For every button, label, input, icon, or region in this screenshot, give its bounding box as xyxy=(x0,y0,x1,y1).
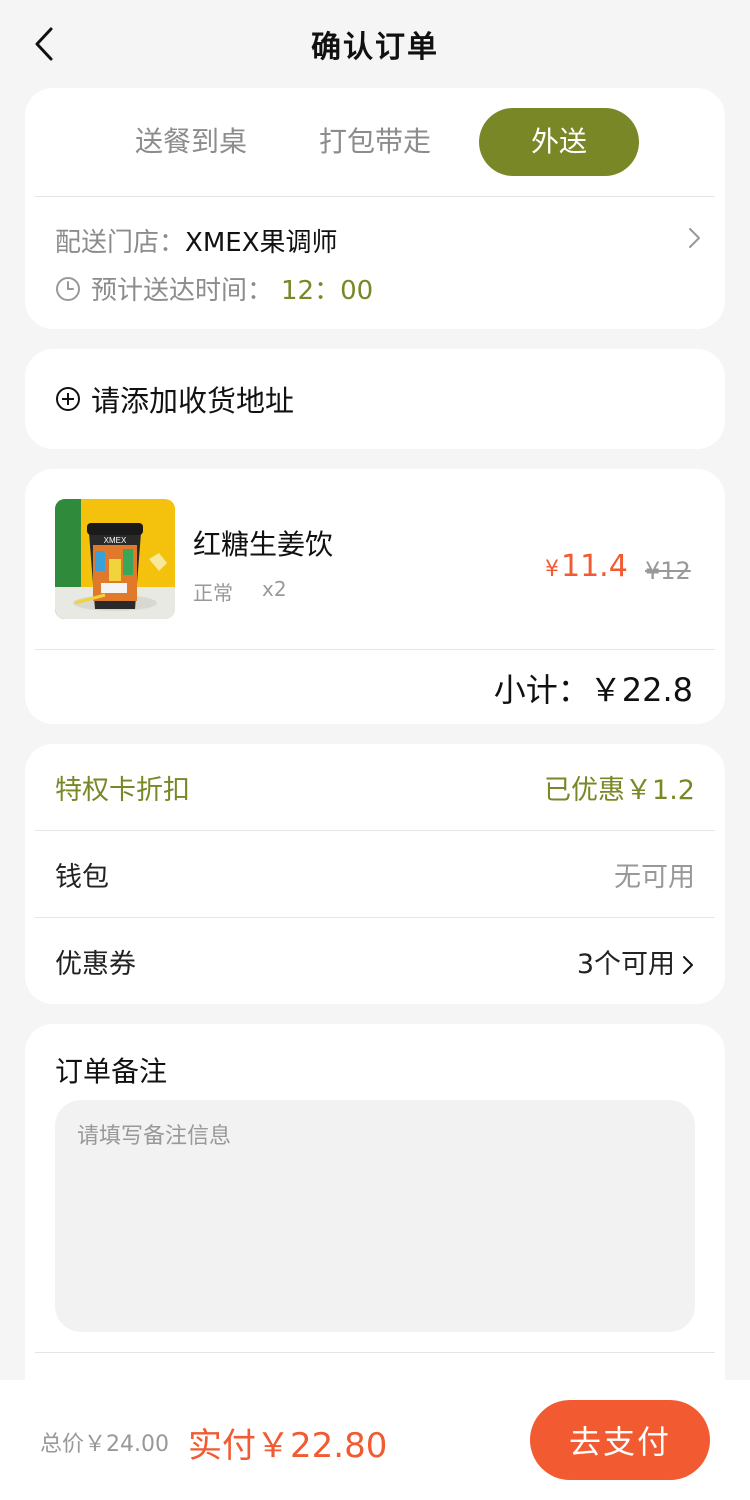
add-address-button[interactable]: 请添加收货地址 xyxy=(25,349,725,449)
product-price-value: 11.4 xyxy=(561,549,628,584)
store-label: 配送门店： xyxy=(55,228,186,258)
remark-input[interactable] xyxy=(55,1100,695,1332)
delivery-time-row: 预计送达时间： 12：00 xyxy=(55,270,373,307)
privilege-discount-row: 特权卡折扣 已优惠￥1.2 xyxy=(55,744,695,830)
coupon-value-wrap: 3个可用 xyxy=(577,942,695,981)
subtotal: 小计：￥22.8 xyxy=(493,671,693,709)
chevron-left-icon xyxy=(35,27,53,61)
privilege-label: 特权卡折扣 xyxy=(55,774,190,806)
total-price: 总价￥24.00 xyxy=(40,1432,169,1457)
discount-card: 特权卡折扣 已优惠￥1.2 钱包 无可用 优惠券 3个可用 xyxy=(25,744,725,1004)
product-spec: 正常 xyxy=(193,581,233,605)
divider xyxy=(35,196,715,197)
coupon-row[interactable]: 优惠券 3个可用 xyxy=(55,918,695,1004)
tab-delivery[interactable]: 外送 xyxy=(479,108,639,176)
product-original-price: ¥12 xyxy=(645,557,691,585)
page-title: 确认订单 xyxy=(311,30,439,65)
tab-takeaway[interactable]: 打包带走 xyxy=(305,108,445,176)
chevron-right-icon xyxy=(683,956,693,974)
plus-circle-icon xyxy=(56,387,80,411)
svg-text:XMEX: XMEX xyxy=(104,536,127,545)
divider xyxy=(35,1352,715,1353)
coupon-label: 优惠券 xyxy=(55,948,136,980)
add-address-label: 请添加收货地址 xyxy=(91,384,295,418)
tab-dine-in[interactable]: 送餐到桌 xyxy=(121,108,261,176)
clock-icon xyxy=(56,276,80,301)
order-mode-tabs: 送餐到桌 打包带走 外送 xyxy=(25,88,725,196)
product-card: XMEX 红糖生姜饮 正常 x2 ¥11.4 ¥12 小计：￥22.8 xyxy=(25,469,725,724)
nav-bar: 确认订单 xyxy=(0,0,750,88)
remark-title: 订单备注 xyxy=(55,1055,168,1088)
delivery-card: 送餐到桌 打包带走 外送 配送门店：XMEX果调师 预计送达时间： 12：00 xyxy=(25,88,725,329)
product-quantity: x2 xyxy=(262,577,287,601)
coupon-value: 3个可用 xyxy=(576,948,675,980)
pay-button[interactable]: 去支付 xyxy=(530,1400,710,1480)
chevron-right-icon xyxy=(689,228,700,248)
product-price: ¥11.4 xyxy=(545,549,628,584)
privilege-value: 已优惠￥1.2 xyxy=(544,774,695,806)
actual-payment: 实付￥22.80 xyxy=(188,1426,388,1466)
delivery-time-label: 预计送达时间： xyxy=(91,276,274,306)
product-image: XMEX xyxy=(55,499,175,619)
wallet-row: 钱包 无可用 xyxy=(55,831,695,917)
delivery-time-value: 12：00 xyxy=(281,276,374,306)
wallet-label: 钱包 xyxy=(55,861,109,893)
product-name: 红糖生姜饮 xyxy=(193,528,334,561)
store-name: XMEX果调师 xyxy=(185,228,338,258)
back-button[interactable] xyxy=(22,22,66,66)
divider xyxy=(35,649,715,650)
wallet-value: 无可用 xyxy=(614,861,695,893)
checkout-bar: 总价￥24.00 实付￥22.80 去支付 xyxy=(0,1380,750,1500)
currency-symbol: ¥ xyxy=(545,557,559,582)
store-row[interactable]: 配送门店：XMEX果调师 xyxy=(55,222,705,259)
